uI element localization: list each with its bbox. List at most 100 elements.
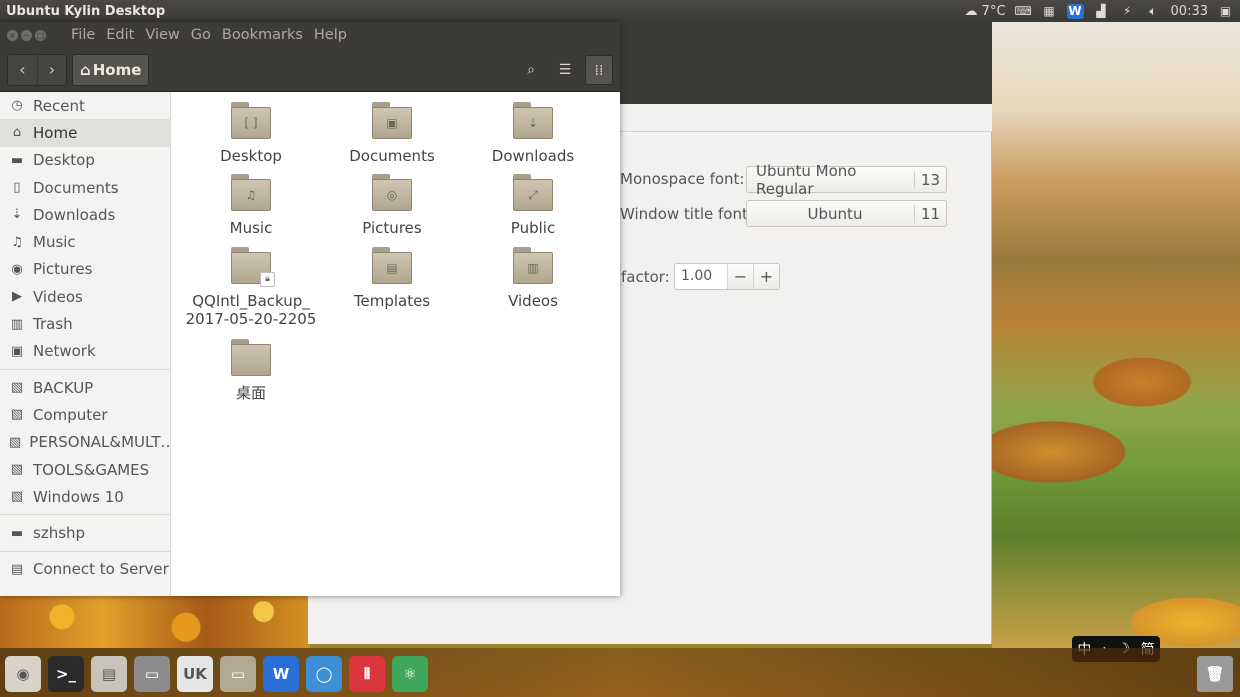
folder-icon: ◎	[372, 174, 412, 211]
folder-item[interactable]: ⤢ Public	[463, 174, 603, 237]
scaling-factor-label: factor:	[621, 268, 670, 286]
folder-name: Music	[229, 219, 273, 237]
sidebar-item-music[interactable]: ♫ Music	[0, 228, 170, 255]
dash-icon[interactable]: ◉	[5, 656, 41, 692]
folder-item[interactable]: ▣ Documents	[322, 102, 462, 165]
clock[interactable]: 00:33	[1171, 4, 1208, 19]
home-icon: ⌂	[80, 60, 91, 79]
close-icon[interactable]: ×	[7, 29, 18, 41]
drive-icon: ▧	[10, 489, 24, 505]
folder-icon: ▤	[372, 247, 412, 284]
software-center-icon[interactable]: UK	[177, 656, 213, 692]
terminal-icon[interactable]: >_	[48, 656, 84, 692]
back-icon[interactable]: ‹	[8, 55, 37, 85]
weather-indicator[interactable]: ☁ 7°C	[965, 4, 1006, 19]
menu-view[interactable]: View	[145, 27, 179, 43]
chromium-icon[interactable]: ◯	[306, 656, 342, 692]
folder-item[interactable]: ♫ Music	[181, 174, 321, 237]
sidebar-item-windows-10[interactable]: ▧ Windows 10	[0, 483, 170, 510]
sidebar: ◷ Recent ⌂ Home ▬ Desktop ▯ Documents ⇣ Downloads…	[0, 92, 171, 596]
folder-item[interactable]: ▥ Videos	[463, 247, 603, 310]
folder-emblem: ▣	[386, 116, 398, 130]
monospace-font-name: Ubuntu Mono Regular	[756, 161, 857, 198]
folder-name: Pictures	[362, 219, 422, 237]
sidebar-item-label: Music	[33, 233, 76, 252]
session-icon[interactable]: ▣	[1217, 4, 1234, 19]
sidebar-item-pictures[interactable]: ◉ Pictures	[0, 256, 170, 283]
folder-emblem: ⇣	[527, 116, 539, 130]
monospace-font-button[interactable]: Ubuntu Mono Regular 13	[746, 162, 947, 198]
menu-edit[interactable]: Edit	[106, 27, 134, 43]
sidebar-item-personal-mult[interactable]: ▧ PERSONAL&MULT…	[0, 429, 170, 456]
sidebar-separator	[0, 550, 170, 552]
keyboard-icon[interactable]: ⌨	[1015, 4, 1032, 19]
menu-help[interactable]: Help	[314, 27, 347, 43]
sidebar-item-network[interactable]: ▣ Network	[0, 338, 170, 365]
minimize-icon[interactable]: −	[21, 29, 32, 41]
folder-name: Downloads	[491, 147, 575, 165]
menu-go[interactable]: Go	[191, 27, 211, 43]
folder-item[interactable]: [ ] Desktop	[181, 102, 321, 165]
sidebar-item-home[interactable]: ⌂ Home	[0, 119, 170, 147]
sidebar-item-backup[interactable]: ▧ BACKUP	[0, 374, 170, 401]
network-signal-icon[interactable]: ▟	[1093, 4, 1110, 19]
wps-writer-icon[interactable]: W	[263, 656, 299, 692]
video-icon: ▶	[12, 289, 22, 305]
path-home-button[interactable]: ⌂ Home	[72, 53, 150, 86]
sidebar-item-szhshp[interactable]: ▬ szhshp	[0, 519, 170, 546]
sidebar-item-recent[interactable]: ◷ Recent	[0, 92, 170, 119]
sidebar-separator	[0, 514, 170, 516]
sidebar-item-label: Documents	[33, 178, 119, 197]
sidebar-item-connect-to-server[interactable]: ▤ Connect to Server	[0, 556, 170, 583]
scaling-factor-value[interactable]: 1.00	[675, 264, 727, 289]
grid-view-icon[interactable]: ⁞⁞	[585, 54, 613, 85]
forward-icon[interactable]: ›	[37, 54, 66, 85]
folder-item[interactable]: ◎ Pictures	[322, 174, 462, 237]
sidebar-item-label: TOOLS&GAMES	[33, 460, 150, 479]
folder-icon[interactable]: ▭	[220, 656, 256, 692]
volume-icon[interactable]: 🔈︎	[1145, 4, 1162, 19]
maximize-icon[interactable]: □	[35, 29, 46, 41]
wallpaper	[992, 22, 1240, 648]
folder-item[interactable]: ▤ Templates	[322, 247, 462, 310]
window-title-font-button[interactable]: Ubuntu 11	[746, 200, 947, 227]
folder-icon: ⤢	[513, 174, 553, 211]
sidebar-item-documents[interactable]: ▯ Documents	[0, 174, 170, 201]
sidebar-item-tools-games[interactable]: ▧ TOOLS&GAMES	[0, 456, 170, 483]
folder-emblem: ⤢	[528, 188, 538, 202]
trash-icon[interactable]: 🗑︎	[1197, 656, 1233, 692]
folder-emblem: [ ]	[244, 116, 258, 130]
calendar-icon[interactable]: ▦	[1041, 4, 1058, 19]
list-view-icon[interactable]: ☰	[551, 55, 579, 85]
folder-icon: [ ]	[231, 102, 271, 139]
server-icon: ▤	[10, 561, 24, 577]
battery-icon[interactable]: ⚡	[1119, 4, 1136, 19]
sidebar-item-videos[interactable]: ▶ Videos	[0, 283, 170, 310]
folder-name: QQIntl_Backup_ 2017-05-20-2205	[185, 292, 317, 328]
mixer-icon[interactable]: ⦀	[349, 656, 385, 692]
sidebar-item-label: Trash	[33, 315, 73, 334]
photo-icon[interactable]: ▭	[134, 656, 170, 692]
folder-icon: ⇣	[513, 102, 553, 139]
folder-name: Public	[510, 219, 556, 237]
sidebar-item-computer[interactable]: ▧ Computer	[0, 401, 170, 428]
increase-button[interactable]: +	[753, 264, 779, 289]
temperature: 7°C	[981, 3, 1006, 19]
sidebar-item-desktop[interactable]: ▬ Desktop	[0, 147, 170, 174]
folder-item[interactable]: 🔒︎ QQIntl_Backup_ 2017-05-20-2205	[181, 247, 321, 328]
folder-item[interactable]: 桌面	[181, 339, 321, 402]
atom-icon[interactable]: ⚛	[392, 656, 428, 692]
decrease-button[interactable]: −	[727, 264, 753, 289]
sidebar-item-label: Videos	[33, 287, 83, 306]
wps-icon[interactable]: W	[1066, 3, 1084, 19]
music-icon: ♫	[11, 234, 23, 250]
system-tray: ☁ 7°C ⌨ ▦ W ▟ ⚡ 🔈︎ 00:33 ▣	[965, 3, 1240, 19]
folder-item[interactable]: ⇣ Downloads	[463, 102, 603, 165]
sidebar-item-trash[interactable]: ▥ Trash	[0, 310, 170, 337]
search-icon[interactable]: ⌕	[517, 55, 545, 85]
menu-file[interactable]: File	[71, 27, 95, 43]
sidebar-item-downloads[interactable]: ⇣ Downloads	[0, 201, 170, 228]
files-manager-icon[interactable]: ▤	[91, 656, 127, 692]
camera-icon: ◉	[11, 261, 23, 277]
menu-bookmarks[interactable]: Bookmarks	[222, 27, 303, 43]
